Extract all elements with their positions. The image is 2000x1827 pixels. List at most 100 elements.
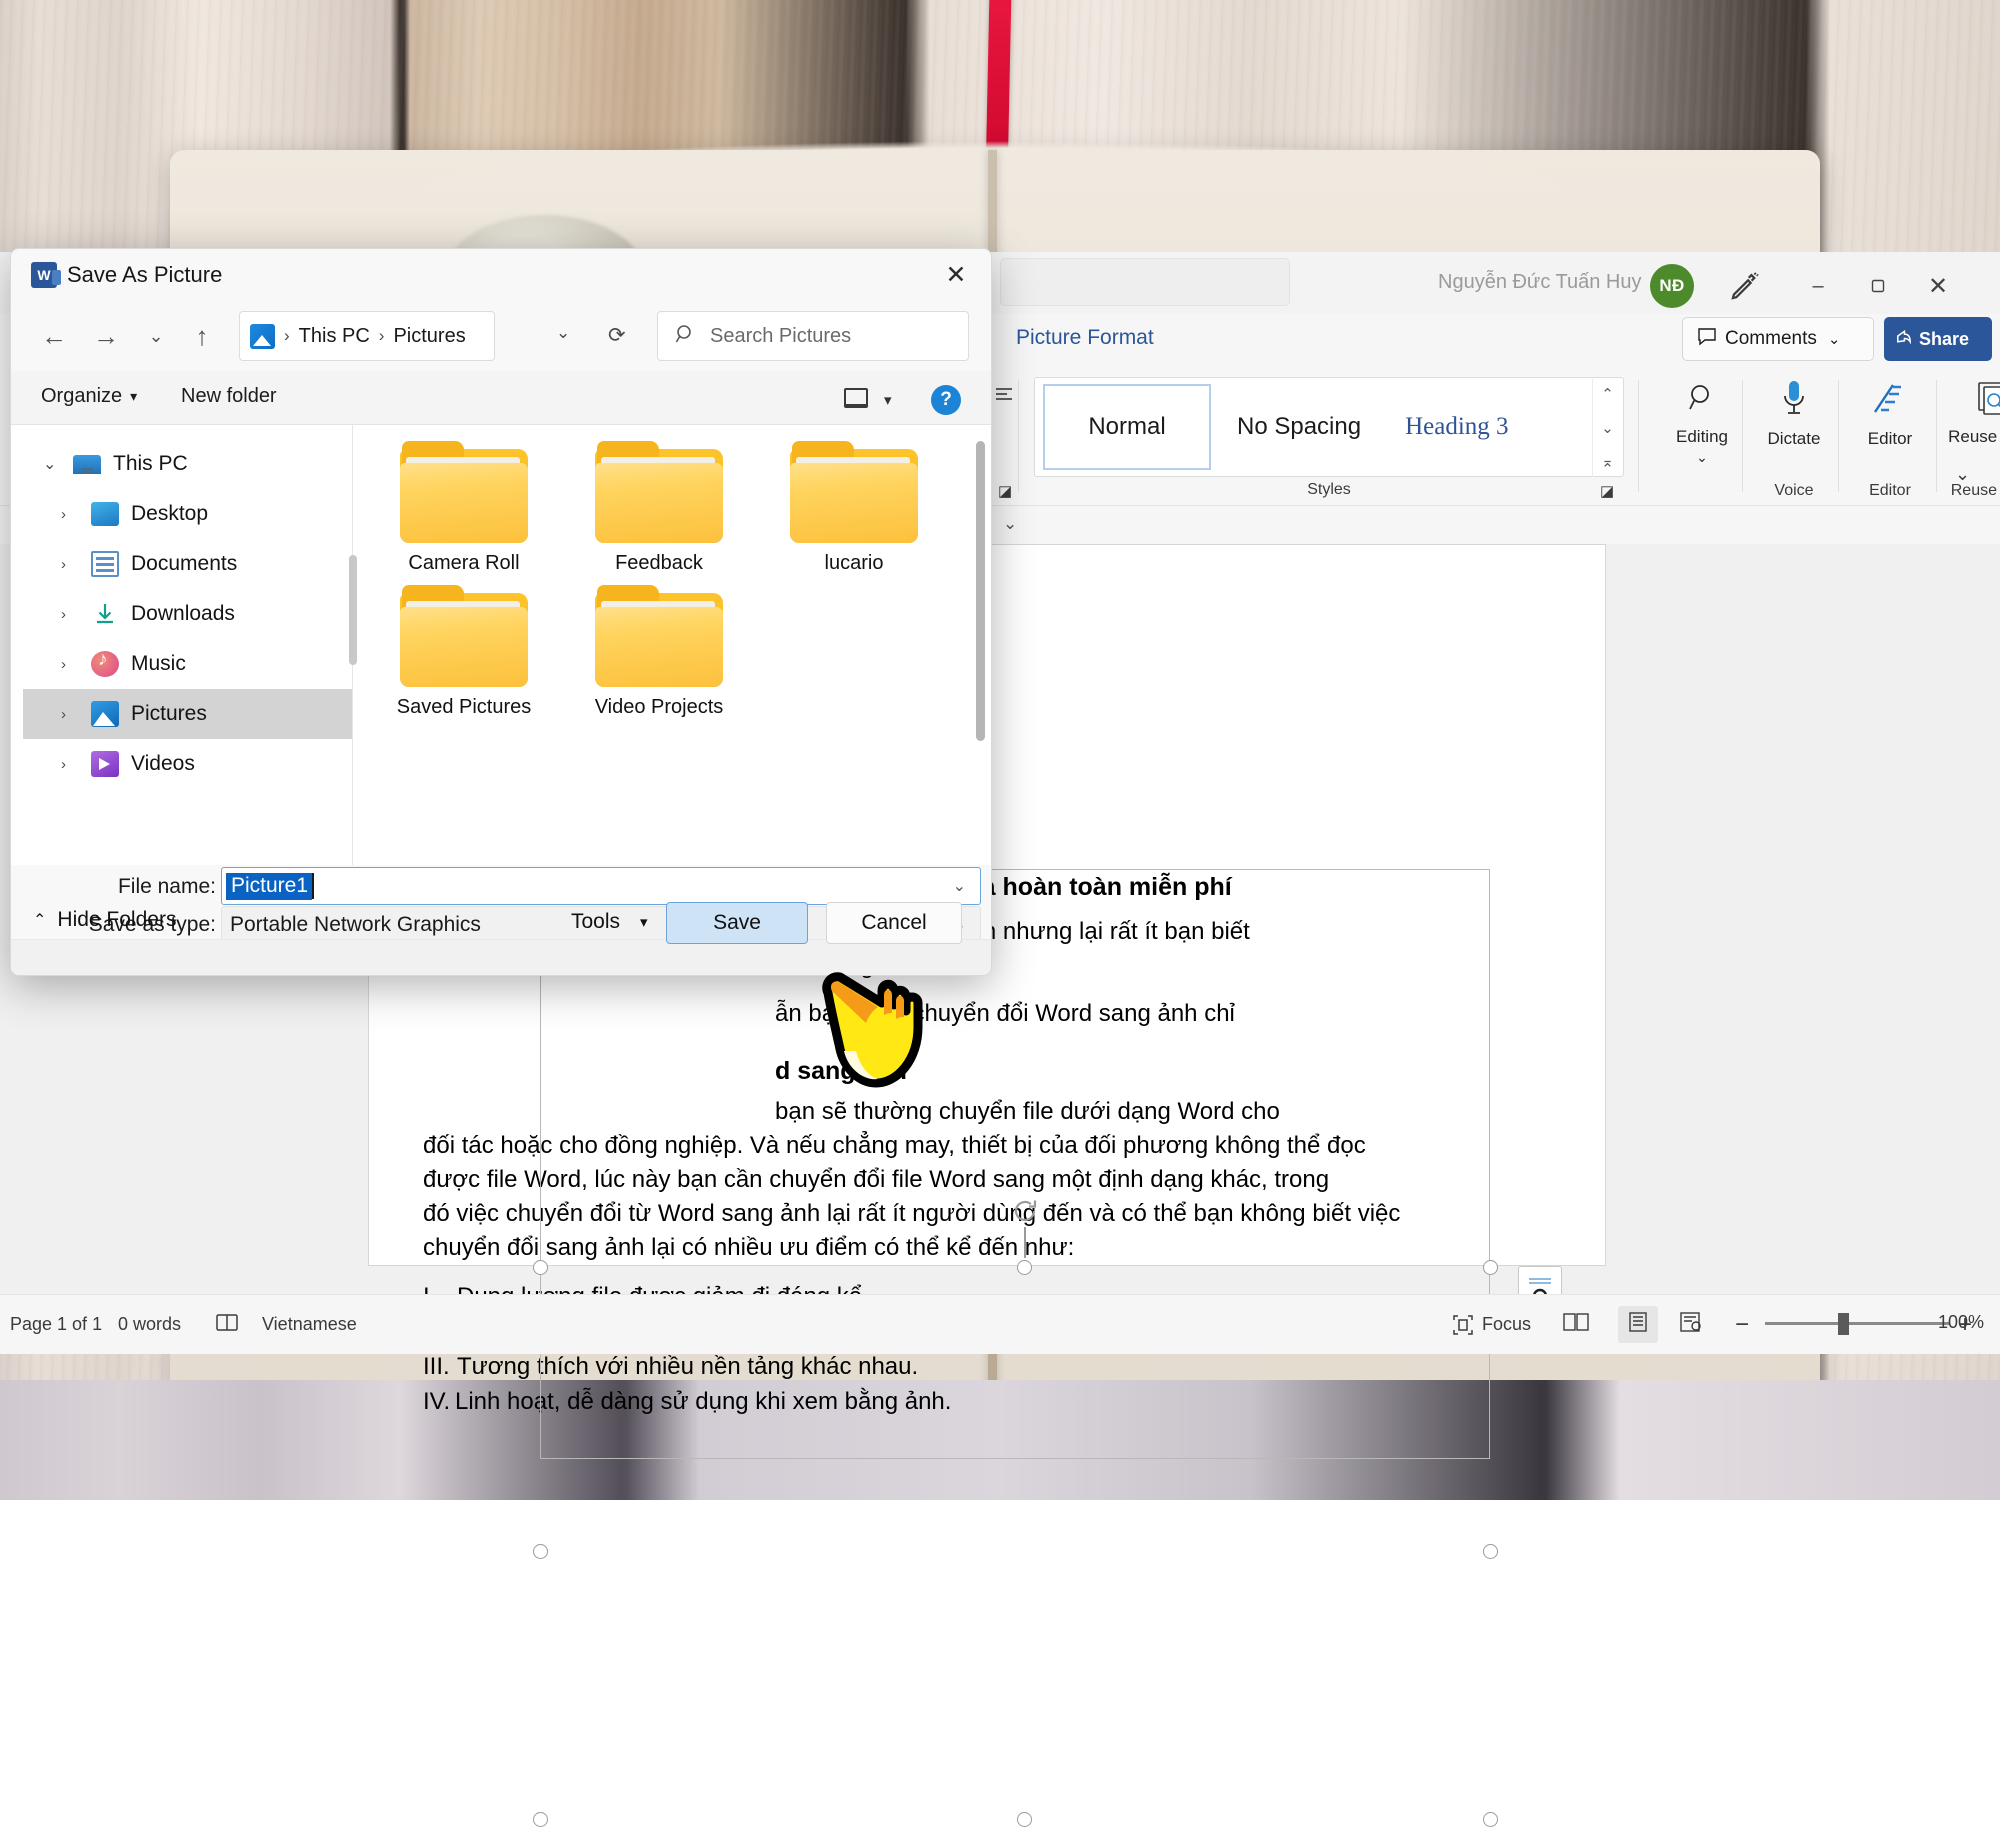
chevron-right-icon[interactable]: › xyxy=(61,556,79,573)
organize-button[interactable]: Organize ▾ xyxy=(41,385,137,408)
tab-picture-format[interactable]: Picture Format xyxy=(1016,326,1154,350)
scroll-down-icon[interactable]: ⌄ xyxy=(1601,419,1614,437)
chevron-down-icon[interactable]: ⌄ xyxy=(953,876,966,896)
web-layout-icon[interactable] xyxy=(1678,1311,1704,1338)
file-list[interactable]: Camera Roll Feedback lucario xyxy=(355,425,992,865)
recent-locations-icon[interactable]: ⌄ xyxy=(135,315,177,357)
styles-gallery[interactable]: Normal No Spacing Heading 3 ⌃ ⌄ ⌅ xyxy=(1034,377,1624,477)
pen-icon[interactable] xyxy=(1725,268,1763,306)
folder-item[interactable]: Saved Pictures xyxy=(369,585,559,719)
style-normal[interactable]: Normal xyxy=(1043,384,1211,470)
resize-handle-top-left[interactable] xyxy=(533,1260,548,1275)
chevron-right-icon[interactable]: › xyxy=(61,506,79,523)
tree-item-downloads[interactable]: › Downloads xyxy=(23,589,352,639)
tree-item-videos[interactable]: › Videos xyxy=(23,739,352,789)
tree-item-pictures[interactable]: › Pictures xyxy=(23,689,352,739)
minimize-button[interactable]: – xyxy=(1795,266,1841,306)
tree-item-desktop[interactable]: › Desktop xyxy=(23,489,352,539)
tree-item-documents[interactable]: › Documents xyxy=(23,539,352,589)
style-heading-3[interactable]: Heading 3 xyxy=(1387,384,1526,470)
file-list-scrollbar[interactable] xyxy=(976,441,985,741)
folder-icon xyxy=(400,441,528,543)
search-input[interactable]: Search Pictures xyxy=(657,311,969,361)
chevron-right-icon[interactable]: › xyxy=(61,756,79,773)
proofing-icon[interactable] xyxy=(214,1311,240,1338)
tools-label: Tools xyxy=(571,910,620,934)
close-icon[interactable]: ✕ xyxy=(933,256,979,294)
paragraph-dialog-launcher[interactable]: ◪ xyxy=(998,482,1012,500)
refresh-icon[interactable]: ⟳ xyxy=(608,323,626,348)
word-count[interactable]: 0 words xyxy=(118,1314,181,1335)
page-count[interactable]: Page 1 of 1 xyxy=(10,1314,102,1335)
back-icon[interactable]: ← xyxy=(33,315,75,357)
word-search-box[interactable] xyxy=(1000,258,1290,306)
styles-gallery-scrollbar[interactable]: ⌃ ⌄ ⌅ xyxy=(1592,379,1622,477)
resize-handle-bottom-right[interactable] xyxy=(1483,1812,1498,1827)
cancel-button[interactable]: Cancel xyxy=(826,902,962,944)
view-chevron-down-icon[interactable]: ▾ xyxy=(884,391,892,409)
zoom-level-label[interactable]: 100% xyxy=(1938,1312,1984,1333)
folder-item[interactable]: Video Projects xyxy=(564,585,754,719)
style-no-spacing[interactable]: No Spacing xyxy=(1219,384,1379,470)
folder-item[interactable]: Camera Roll xyxy=(369,441,559,575)
editing-button[interactable]: Editing ⌄ xyxy=(1656,378,1748,466)
tree-item-this-pc[interactable]: ⌄ This PC xyxy=(23,439,352,489)
folder-item[interactable]: Feedback xyxy=(564,441,754,575)
reuse-files-button[interactable]: Reuse Files xyxy=(1938,378,2000,446)
resize-handle-middle-left[interactable] xyxy=(533,1544,548,1559)
chevron-right-icon[interactable]: › xyxy=(61,656,79,673)
resize-handle-middle-right[interactable] xyxy=(1483,1544,1498,1559)
zoom-slider-thumb[interactable] xyxy=(1838,1313,1849,1335)
styles-group-label: Styles xyxy=(1034,481,1624,499)
ribbon-collapse-icon[interactable]: ⌄ xyxy=(1955,464,1970,485)
rotation-handle[interactable] xyxy=(1008,1194,1042,1228)
chevron-right-icon[interactable]: › xyxy=(61,706,79,723)
print-layout-icon[interactable] xyxy=(1618,1306,1658,1343)
dictate-button[interactable]: Dictate xyxy=(1748,378,1840,448)
avatar[interactable]: NĐ xyxy=(1650,264,1694,308)
restore-button[interactable] xyxy=(1855,266,1901,306)
hide-folders-button[interactable]: ⌃ Hide Folders xyxy=(33,908,176,932)
editor-button[interactable]: Editor xyxy=(1844,378,1936,448)
scroll-up-icon[interactable]: ⌃ xyxy=(1601,385,1614,403)
chevron-right-icon[interactable]: › xyxy=(61,606,79,623)
save-button[interactable]: Save xyxy=(666,902,808,944)
language-indicator[interactable]: Vietnamese xyxy=(262,1314,357,1335)
resize-handle-bottom-center[interactable] xyxy=(1017,1812,1032,1827)
chevron-down-icon: ▾ xyxy=(640,913,648,931)
resize-handle-top-right[interactable] xyxy=(1483,1260,1498,1275)
tree-item-music[interactable]: › Music xyxy=(23,639,352,689)
folder-label: Video Projects xyxy=(595,696,724,719)
chevron-down-icon[interactable]: ⌄ xyxy=(43,454,61,474)
view-layout-icon[interactable] xyxy=(844,388,868,408)
ruler-caret-icon[interactable]: ⌄ xyxy=(1003,514,1017,534)
pc-icon xyxy=(73,455,101,474)
breadcrumb[interactable]: › This PC › Pictures xyxy=(239,311,495,361)
zoom-slider-track[interactable] xyxy=(1765,1322,1950,1325)
breadcrumb-chevron-down-icon[interactable]: ⌄ xyxy=(556,323,570,343)
tools-button[interactable]: Tools ▾ xyxy=(571,910,648,934)
list-item-number: III. xyxy=(423,1353,450,1381)
folder-item[interactable]: lucario xyxy=(759,441,949,575)
file-name-input[interactable]: Picture1 ⌄ xyxy=(221,867,981,905)
folder-icon xyxy=(790,441,918,543)
focus-mode-button[interactable]: Focus xyxy=(1452,1314,1531,1336)
read-mode-icon[interactable] xyxy=(1562,1311,1590,1338)
close-button[interactable]: ✕ xyxy=(1915,266,1961,306)
resize-handle-bottom-left[interactable] xyxy=(533,1812,548,1827)
pictures-icon xyxy=(250,324,275,349)
resize-handle-top-center[interactable] xyxy=(1017,1260,1032,1275)
styles-dialog-launcher[interactable]: ◪ xyxy=(1600,482,1614,500)
share-button[interactable]: Share xyxy=(1884,317,1992,361)
comments-button[interactable]: Comments ⌄ xyxy=(1682,317,1874,361)
help-icon[interactable]: ? xyxy=(931,385,961,415)
forward-icon[interactable]: → xyxy=(85,315,127,357)
styles-more-icon[interactable]: ⌅ xyxy=(1601,453,1614,471)
align-icon[interactable] xyxy=(994,386,1014,409)
up-icon[interactable]: ↑ xyxy=(181,315,223,357)
zoom-out-button[interactable]: − xyxy=(1735,1311,1749,1339)
breadcrumb-this-pc[interactable]: This PC xyxy=(299,325,370,348)
new-folder-button[interactable]: New folder xyxy=(181,385,277,408)
share-icon xyxy=(1894,328,1913,351)
breadcrumb-pictures[interactable]: Pictures xyxy=(393,325,465,348)
